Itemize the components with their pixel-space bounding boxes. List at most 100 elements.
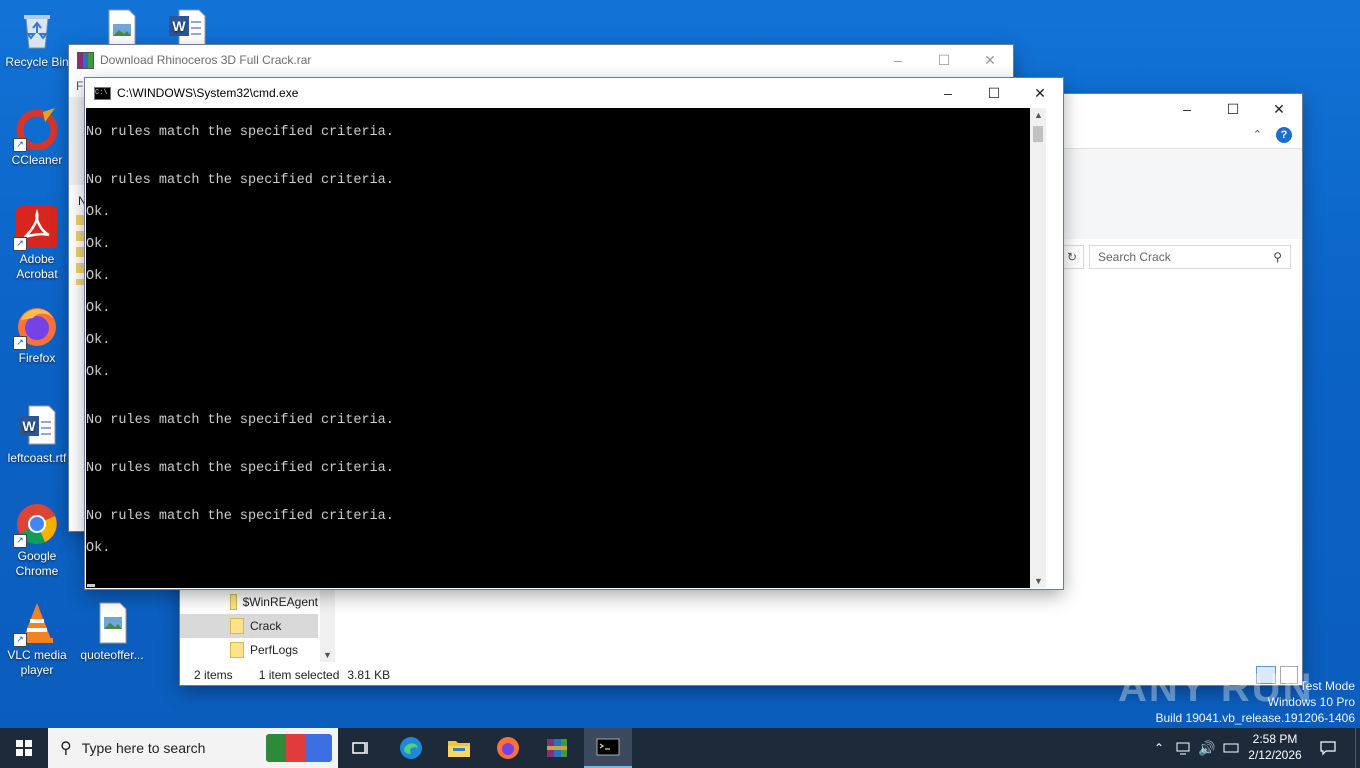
chrome-icon: ↗ xyxy=(13,502,59,548)
desktop-icon-label: Recycle Bin xyxy=(5,55,69,69)
svg-text:W: W xyxy=(172,18,186,34)
desktop-icon-google-chrome[interactable]: ↗ Google Chrome xyxy=(0,502,74,579)
desktop-icon-vlc[interactable]: ↗ VLC media player xyxy=(0,601,74,678)
status-item-count: 2 items xyxy=(194,667,233,682)
svg-text:W: W xyxy=(22,418,36,434)
folder-label: $WinREAgent xyxy=(242,595,318,609)
help-icon[interactable]: ? xyxy=(1276,127,1292,143)
console-line: Ok. xyxy=(86,237,111,252)
adobe-acrobat-icon: ↗ xyxy=(13,205,59,251)
notifications-button[interactable] xyxy=(1310,728,1346,768)
cmd-scrollbar[interactable]: ▲ ▼ xyxy=(1030,108,1046,588)
taskbar-winrar[interactable] xyxy=(538,728,576,768)
volume-icon[interactable]: 🔊 xyxy=(1196,728,1218,768)
notification-icon xyxy=(1320,741,1336,756)
nav-item-perflogs[interactable]: PerfLogs xyxy=(180,638,318,662)
anyrun-logo: ANY RUN xyxy=(1118,666,1314,710)
desktop-icon-label: Adobe Acrobat xyxy=(16,252,58,281)
close-button[interactable]: ✕ xyxy=(1256,94,1302,124)
console-line: Ok. xyxy=(86,269,111,284)
console-line: No rules match the specified criteria. xyxy=(86,509,394,524)
navigation-pane: $WinREAgent Crack PerfLogs xyxy=(180,586,320,662)
taskbar-file-explorer[interactable] xyxy=(440,728,478,768)
maximize-button[interactable]: ☐ xyxy=(1210,94,1256,124)
scroll-down-icon[interactable]: ▼ xyxy=(323,650,332,660)
vlc-icon: ↗ xyxy=(13,601,59,647)
image-file-icon xyxy=(90,601,134,645)
console-line: No rules match the specified criteria. xyxy=(86,461,394,476)
scroll-up-icon[interactable]: ▲ xyxy=(1034,110,1043,120)
winrar-icon xyxy=(547,739,567,757)
desktop-icon-leftcoast-rtf[interactable]: W leftcoast.rtf xyxy=(0,404,74,466)
folder-label: Crack xyxy=(250,619,282,633)
start-button[interactable] xyxy=(0,728,48,768)
desktop-icon-label: Google Chrome xyxy=(15,549,59,578)
winrar-title: Download Rhinoceros 3D Full Crack.rar xyxy=(100,53,312,67)
cmd-app-icon: C:\ xyxy=(94,86,111,100)
maximize-button[interactable]: ☐ xyxy=(921,45,967,75)
winrar-file-list[interactable] xyxy=(76,215,84,285)
status-selected: 1 item selected xyxy=(258,667,340,682)
text-cursor xyxy=(87,584,95,587)
windows-logo-icon xyxy=(16,740,32,756)
taskbar-search-box[interactable]: ⚲ Type here to search xyxy=(48,728,338,768)
firefox-icon xyxy=(497,737,519,759)
cmd-icon xyxy=(596,738,620,756)
taskbar: ⚲ Type here to search ⌃ 🔊 2:58 PM 2/12/2… xyxy=(0,728,1360,768)
status-size: 3.81 KB xyxy=(347,667,391,682)
nav-item-crack[interactable]: Crack xyxy=(180,614,318,638)
cmd-console[interactable]: No rules match the specified criteria. N… xyxy=(86,108,1046,588)
search-icon: ⚲ xyxy=(60,740,72,757)
taskbar-cmd[interactable] xyxy=(584,728,632,768)
winrar-toolbar xyxy=(69,97,86,185)
desktop-icon-firefox[interactable]: ↗ Firefox xyxy=(0,304,74,366)
desktop-icon-recycle-bin[interactable]: Recycle Bin xyxy=(0,8,74,70)
folder-icon xyxy=(230,642,244,658)
desktop-icon-label: CCleaner xyxy=(11,153,63,167)
cmd-window[interactable]: C:\ C:\WINDOWS\System32\cmd.exe – ☐ ✕ No… xyxy=(85,78,1063,589)
close-button[interactable]: ✕ xyxy=(967,45,1013,75)
console-line: Ok. xyxy=(86,205,111,220)
console-line: Ok. xyxy=(86,333,111,348)
ribbon-expand-icon[interactable]: ⌃ xyxy=(1253,128,1262,141)
search-highlight-image-icon xyxy=(266,734,332,762)
nav-scrollbar[interactable]: ▼ xyxy=(320,588,335,662)
console-line: Ok. xyxy=(86,301,111,316)
input-language-icon[interactable] xyxy=(1220,728,1242,768)
maximize-button[interactable]: ☐ xyxy=(971,78,1017,108)
shortcut-arrow-icon: ↗ xyxy=(13,138,27,152)
taskbar-firefox[interactable] xyxy=(489,728,527,768)
task-view-button[interactable] xyxy=(342,728,380,768)
scroll-down-icon[interactable]: ▼ xyxy=(1034,576,1043,586)
word-document-icon: W xyxy=(15,404,59,448)
show-desktop-button[interactable] xyxy=(1355,728,1360,768)
shortcut-arrow-icon: ↗ xyxy=(13,237,27,251)
clock[interactable]: 2:58 PM 2/12/2026 xyxy=(1246,731,1304,763)
minimize-button[interactable]: – xyxy=(925,78,971,108)
edge-icon xyxy=(400,737,422,759)
nav-item-winreagent[interactable]: $WinREAgent xyxy=(180,590,318,614)
cmd-title: C:\WINDOWS\System32\cmd.exe xyxy=(117,86,299,100)
desktop-icon-quoteoffer[interactable]: quoteoffer... xyxy=(75,601,149,663)
clock-time: 2:58 PM xyxy=(1252,732,1298,746)
winrar-titlebar: Download Rhinoceros 3D Full Crack.rar – … xyxy=(69,45,1013,75)
search-icon: ⚲ xyxy=(1273,250,1282,264)
watermark-build: Build 19041.vb_release.191206-1406 xyxy=(1155,711,1356,725)
minimize-button[interactable]: – xyxy=(1164,94,1210,124)
taskbar-edge[interactable] xyxy=(392,728,430,768)
minimize-button[interactable]: – xyxy=(875,45,921,75)
close-button[interactable]: ✕ xyxy=(1017,78,1063,108)
search-crack-input[interactable]: Search Crack ⚲ xyxy=(1089,245,1291,269)
clock-date: 2/12/2026 xyxy=(1248,748,1302,762)
refresh-icon[interactable]: ↻ xyxy=(1060,245,1084,269)
recycle-bin-icon xyxy=(15,8,59,52)
shortcut-arrow-icon: ↗ xyxy=(13,633,27,647)
desktop-icon-label: VLC media player xyxy=(7,648,67,677)
search-placeholder: Search Crack xyxy=(1098,250,1171,264)
desktop-icon-adobe-acrobat[interactable]: ↗ Adobe Acrobat xyxy=(0,205,74,282)
network-icon[interactable] xyxy=(1172,728,1194,768)
console-line: No rules match the specified criteria. xyxy=(86,173,394,188)
show-hidden-icons-button[interactable]: ⌃ xyxy=(1150,728,1168,768)
scroll-thumb[interactable] xyxy=(1033,126,1043,142)
desktop-icon-ccleaner[interactable]: ↗ CCleaner xyxy=(0,106,74,168)
